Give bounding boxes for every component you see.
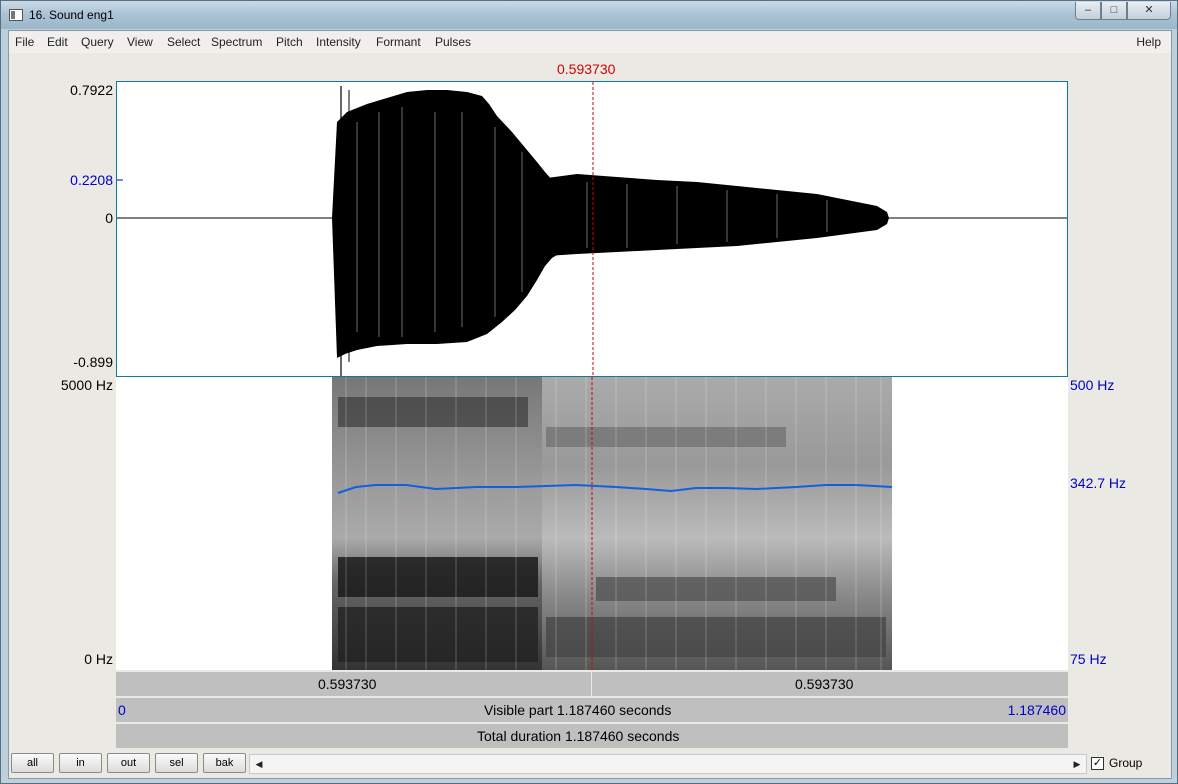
menu-select[interactable]: Select	[167, 35, 200, 49]
segment-divider	[591, 672, 592, 696]
spectrogram-svg	[332, 377, 893, 670]
waveform-panel[interactable]	[116, 81, 1068, 377]
scroll-right-icon[interactable]: ▶	[1070, 757, 1084, 772]
spectrogram-panel[interactable]	[116, 377, 1068, 670]
menu-view[interactable]: View	[127, 35, 153, 49]
waveform-envelope-loud	[332, 90, 562, 358]
formant-band-4	[596, 577, 836, 601]
formant-band-6	[546, 427, 786, 447]
wave-y-zero-label: 0	[105, 210, 113, 226]
zoom-selection-button[interactable]: sel	[155, 753, 198, 773]
group-label: Group	[1109, 756, 1143, 770]
formant-band-2	[338, 607, 538, 662]
menu-spectrum[interactable]: Spectrum	[211, 35, 262, 49]
waveform-svg	[117, 82, 1067, 376]
waveform-envelope-tail	[547, 174, 889, 256]
scroll-left-icon[interactable]: ◀	[252, 757, 266, 772]
maximize-button[interactable]: □	[1101, 2, 1127, 20]
wave-y-min-label: -0.899	[73, 354, 113, 370]
menu-file[interactable]: File	[15, 35, 34, 49]
zoom-all-button[interactable]: all	[11, 753, 54, 773]
bottom-toolbar: all in out sel bak ◀ ▶ ✓ Group	[9, 751, 1171, 779]
editor-client-area: File Edit Query View Select Spectrum Pit…	[8, 30, 1172, 779]
time-segment-bar[interactable]: 0.593730 0.593730	[116, 671, 1068, 696]
pitch-min-label: 75 Hz	[1070, 651, 1107, 667]
pitch-cursor-label: 342.7 Hz	[1070, 475, 1127, 491]
spec-freq-min-label: 0 Hz	[84, 651, 113, 667]
menu-pulses[interactable]: Pulses	[435, 35, 471, 49]
group-checkbox[interactable]: ✓	[1091, 757, 1104, 770]
zoom-back-button[interactable]: bak	[203, 753, 246, 773]
menu-edit[interactable]: Edit	[47, 35, 68, 49]
horizontal-scrollbar[interactable]: ◀ ▶	[249, 754, 1087, 774]
spec-freq-max-label: 5000 Hz	[60, 377, 113, 393]
window-icon	[9, 9, 23, 21]
formant-band-1	[338, 557, 538, 597]
window-title: 16. Sound eng1	[29, 8, 114, 22]
formant-band-5	[546, 617, 886, 657]
total-duration-label: Total duration 1.187460 seconds	[477, 728, 680, 744]
visible-end-time: 1.187460	[1007, 702, 1066, 718]
menu-intensity[interactable]: Intensity	[316, 35, 361, 49]
title-bar[interactable]: 16. Sound eng1 – □ ✕	[1, 1, 1177, 29]
wave-y-cursor-label: 0.2208	[70, 172, 113, 188]
left-segment-time: 0.593730	[318, 676, 377, 692]
zoom-in-button[interactable]: in	[59, 753, 102, 773]
cursor-time-label: 0.593730	[557, 61, 616, 77]
visible-part-label: Visible part 1.187460 seconds	[484, 702, 672, 718]
sound-editor-window: 16. Sound eng1 – □ ✕ File Edit Query Vie…	[0, 0, 1178, 784]
wave-y-max-label: 0.7922	[70, 82, 113, 98]
menu-bar: File Edit Query View Select Spectrum Pit…	[9, 31, 1171, 53]
menu-query[interactable]: Query	[81, 35, 114, 49]
total-duration-bar[interactable]: Total duration 1.187460 seconds	[116, 723, 1068, 748]
menu-pitch[interactable]: Pitch	[276, 35, 303, 49]
close-button[interactable]: ✕	[1127, 2, 1171, 20]
menu-formant[interactable]: Formant	[376, 35, 421, 49]
zoom-out-button[interactable]: out	[107, 753, 150, 773]
pitch-max-label: 500 Hz	[1070, 377, 1115, 393]
minimize-button[interactable]: –	[1075, 2, 1101, 20]
menu-help[interactable]: Help	[1136, 35, 1161, 49]
visible-part-bar[interactable]: 0 Visible part 1.187460 seconds 1.187460	[116, 697, 1068, 722]
formant-band-3	[338, 397, 528, 427]
visible-start-time: 0	[118, 702, 126, 718]
right-segment-time: 0.593730	[795, 676, 854, 692]
